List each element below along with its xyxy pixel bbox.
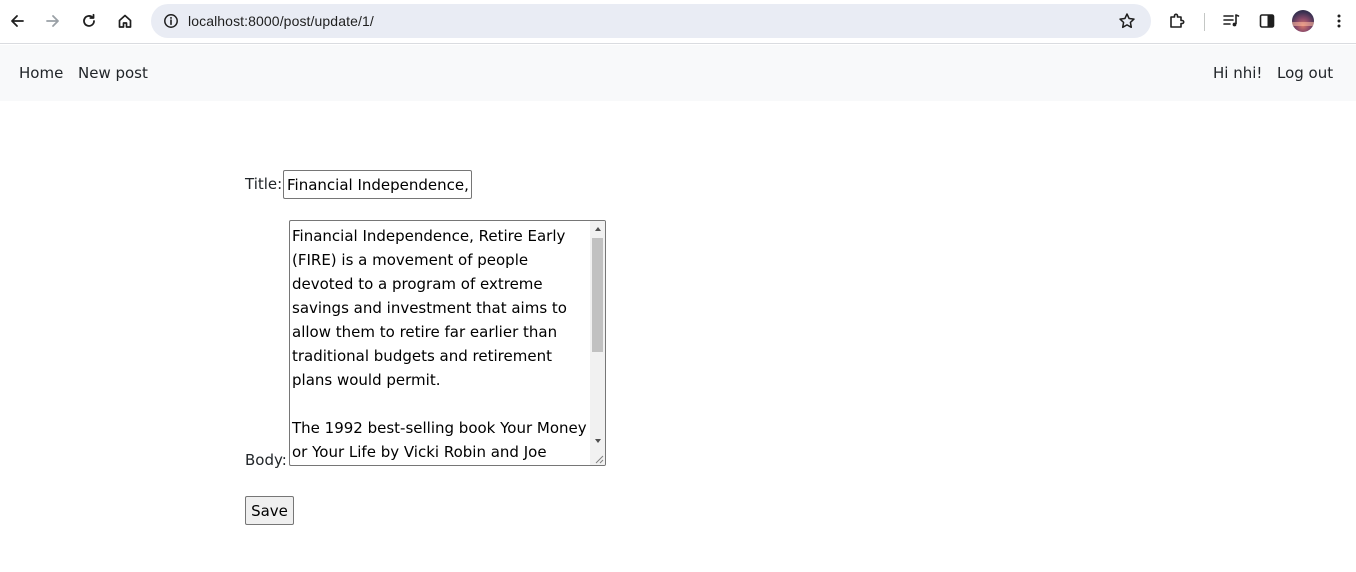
home-button[interactable] xyxy=(111,7,139,35)
kebab-menu-icon xyxy=(1337,14,1341,28)
extensions-button[interactable] xyxy=(1163,7,1191,35)
profile-avatar[interactable] xyxy=(1292,10,1314,32)
url-text[interactable]: localhost:8000/post/update/1/ xyxy=(188,4,374,38)
forward-button[interactable] xyxy=(39,7,67,35)
scroll-up-arrow[interactable] xyxy=(590,221,605,237)
triangle-down-icon xyxy=(594,439,601,443)
browser-toolbar: localhost:8000/post/update/1/ xyxy=(0,0,1356,44)
resize-grip-icon[interactable] xyxy=(592,452,604,464)
nav-new-post-link[interactable]: New post xyxy=(78,45,148,101)
bookmark-button[interactable] xyxy=(1113,7,1141,35)
reload-button[interactable] xyxy=(75,7,103,35)
chrome-menu-button[interactable] xyxy=(1325,7,1353,35)
triangle-up-icon xyxy=(594,227,601,231)
body-textarea[interactable]: Financial Independence, Retire Early (FI… xyxy=(289,220,606,466)
media-queue-icon xyxy=(1223,14,1240,27)
textarea-scrollbar[interactable] xyxy=(590,221,605,465)
site-info-button[interactable] xyxy=(157,7,185,35)
toolbar-divider xyxy=(1204,13,1205,31)
info-icon xyxy=(164,14,178,28)
side-panel-icon xyxy=(1259,14,1275,28)
body-text[interactable]: Financial Independence, Retire Early (FI… xyxy=(292,224,588,465)
star-icon xyxy=(1119,13,1135,29)
scrollbar-thumb[interactable] xyxy=(592,238,603,352)
back-button[interactable] xyxy=(3,7,31,35)
arrow-left-icon xyxy=(11,15,24,27)
title-input[interactable] xyxy=(283,170,472,199)
puzzle-icon xyxy=(1170,13,1185,28)
home-icon xyxy=(118,14,132,28)
arrow-right-icon xyxy=(46,15,59,27)
nav-home-link[interactable]: Home xyxy=(19,45,63,101)
address-bar[interactable]: localhost:8000/post/update/1/ xyxy=(151,4,1151,38)
user-greeting: Hi nhi! xyxy=(1213,64,1263,82)
scroll-down-arrow[interactable] xyxy=(590,433,605,449)
logout-link[interactable]: Log out xyxy=(1277,45,1333,101)
site-navbar: Home New post Hi nhi! Log out xyxy=(0,45,1356,101)
reload-icon xyxy=(83,13,95,27)
body-label: Body: xyxy=(245,451,287,469)
side-panel-button[interactable] xyxy=(1253,7,1281,35)
title-label: Title: xyxy=(245,175,283,193)
save-button[interactable]: Save xyxy=(245,496,294,525)
media-button[interactable] xyxy=(1217,7,1245,35)
